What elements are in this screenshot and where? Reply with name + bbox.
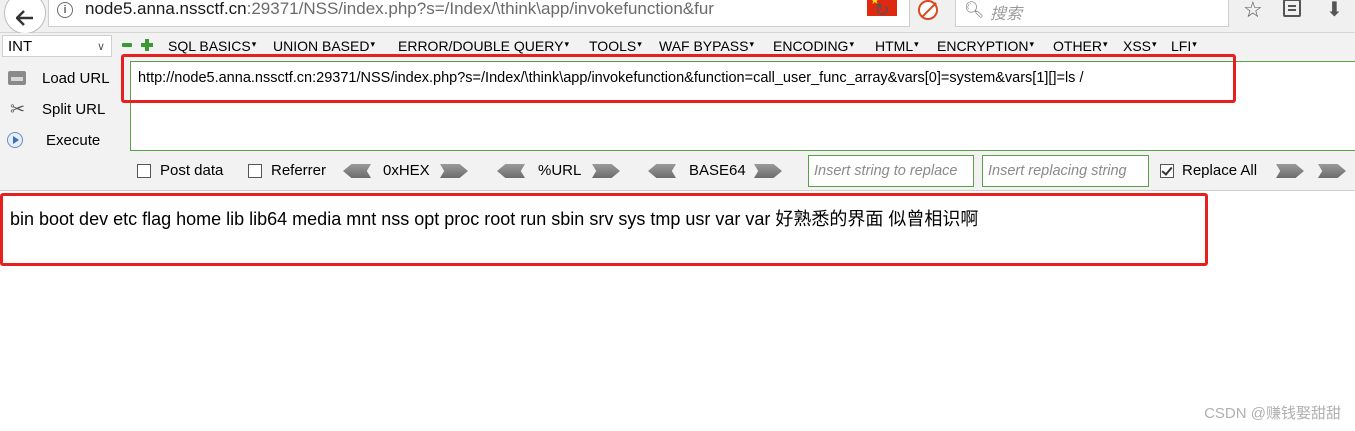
- url-decode-arrow-icon[interactable]: [497, 164, 525, 178]
- load-url-icon: [8, 71, 26, 85]
- back-button[interactable]: [4, 0, 46, 34]
- info-icon[interactable]: i: [57, 2, 73, 18]
- search-icon: 🔍︎: [964, 2, 985, 19]
- load-url-button[interactable]: Load URL: [0, 67, 125, 95]
- execute-label: Execute: [46, 132, 101, 149]
- execute-button[interactable]: Execute: [0, 129, 125, 157]
- type-select-value: INT: [8, 38, 33, 55]
- base64-decode-arrow-icon[interactable]: [648, 164, 676, 178]
- post-data-label: Post data: [160, 162, 224, 179]
- url-path: :29371/NSS/index.php?s=/Index/\think\app…: [246, 0, 714, 18]
- plus-icon[interactable]: [141, 39, 153, 51]
- menu-encoding[interactable]: ENCODING▾: [773, 38, 854, 54]
- chevron-down-icon: ∨: [96, 41, 105, 53]
- replace-string-input[interactable]: Insert string to replace: [808, 155, 974, 187]
- menu-xss[interactable]: XSS▾: [1123, 38, 1157, 54]
- menu-other[interactable]: OTHER▾: [1053, 38, 1108, 54]
- back-arrow-icon: [16, 10, 33, 26]
- split-url-button[interactable]: ✂ Split URL: [0, 98, 125, 126]
- menu-error-double-query[interactable]: ERROR/DOUBLE QUERY▾: [398, 38, 569, 54]
- load-url-label: Load URL: [42, 70, 110, 87]
- menu-tools[interactable]: TOOLS▾: [589, 38, 642, 54]
- url-host: node5.anna.nssctf.cn: [85, 0, 247, 18]
- search-placeholder: 搜索: [990, 6, 1023, 23]
- post-data-checkbox[interactable]: [137, 164, 151, 178]
- url-encode-arrow-icon[interactable]: [592, 164, 620, 178]
- url-encoding-label: %URL: [538, 162, 582, 179]
- replace-string-placeholder: Insert string to replace: [814, 163, 958, 179]
- block-icon[interactable]: [918, 0, 938, 20]
- url-highlight-box: [121, 54, 1236, 103]
- hex-label: 0xHEX: [383, 162, 430, 179]
- replacing-string-placeholder: Insert replacing string: [988, 163, 1127, 179]
- menu-encryption[interactable]: ENCRYPTION▾: [937, 38, 1034, 54]
- output-highlight-box: [0, 193, 1208, 266]
- base64-encode-arrow-icon[interactable]: [754, 164, 782, 178]
- split-url-label: Split URL: [42, 101, 106, 118]
- hex-encode-arrow-icon[interactable]: [440, 164, 468, 178]
- minus-icon[interactable]: [122, 43, 132, 47]
- replace-all-label: Replace All: [1182, 162, 1258, 179]
- hackbar-options: Post data Referrer 0xHEX %URL BASE64 Ins…: [0, 155, 1355, 189]
- type-select[interactable]: INT ∨: [2, 35, 112, 57]
- replace-all-checkbox[interactable]: [1160, 164, 1174, 178]
- menu-sql-basics[interactable]: SQL BASICS▾: [168, 38, 256, 54]
- reload-icon[interactable]: ↻: [870, 0, 894, 22]
- library-icon[interactable]: [1283, 0, 1301, 17]
- play-icon: [7, 132, 23, 148]
- base64-label: BASE64: [689, 162, 746, 179]
- replace-next-arrow-icon[interactable]: [1318, 164, 1346, 178]
- menu-waf-bypass[interactable]: WAF BYPASS▾: [659, 38, 754, 54]
- scissors-icon: ✂: [10, 99, 26, 119]
- hex-decode-arrow-icon[interactable]: [343, 164, 371, 178]
- search-input[interactable]: 🔍︎ 搜索: [955, 0, 1229, 27]
- watermark: CSDN @赚钱娶甜甜: [1204, 405, 1341, 422]
- menu-html[interactable]: HTML▾: [875, 38, 919, 54]
- browser-toolbar: i node5.anna.nssctf.cn:29371/NSS/index.p…: [0, 0, 1355, 34]
- referrer-checkbox[interactable]: [248, 164, 262, 178]
- replacing-string-input[interactable]: Insert replacing string: [982, 155, 1149, 187]
- star-icon[interactable]: ☆: [1243, 0, 1263, 23]
- replace-arrow-icon[interactable]: [1276, 164, 1304, 178]
- download-icon[interactable]: ⬇: [1326, 0, 1343, 22]
- menu-lfi[interactable]: LFI▾: [1171, 38, 1197, 54]
- address-bar-url[interactable]: node5.anna.nssctf.cn:29371/NSS/index.php…: [85, 0, 785, 19]
- address-bar[interactable]: i node5.anna.nssctf.cn:29371/NSS/index.p…: [48, 0, 910, 27]
- menu-union-based[interactable]: UNION BASED▾: [273, 38, 375, 54]
- referrer-label: Referrer: [271, 162, 327, 179]
